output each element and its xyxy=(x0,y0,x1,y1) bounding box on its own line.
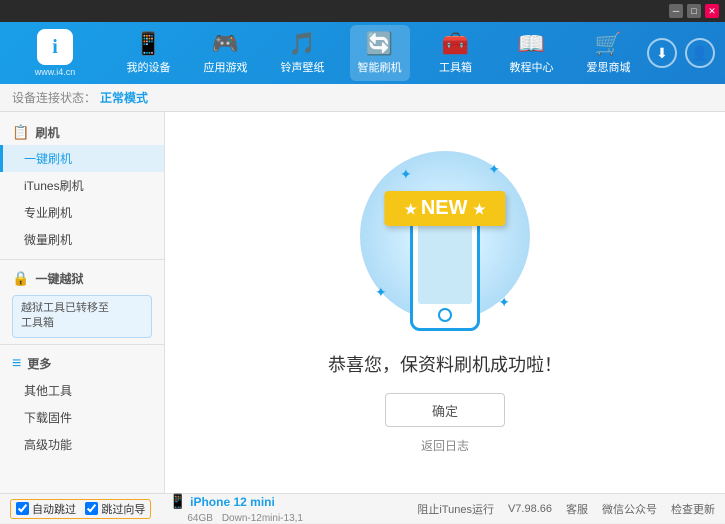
minimize-button[interactable]: ─ xyxy=(669,4,683,18)
title-bar: ─ □ ✕ xyxy=(0,0,725,22)
sidebar-item-wipe-flash[interactable]: 微量刷机 xyxy=(0,226,164,253)
bottom-bar: 自动跳过 跳过向导 📱 iPhone 12 mini 64GB Down-12m… xyxy=(0,493,725,523)
nav-item-mall[interactable]: 🛒 爱思商城 xyxy=(579,25,639,81)
mall-label: 爱思商城 xyxy=(587,59,631,75)
apps-games-icon: 🎮 xyxy=(212,31,239,57)
more-section-icon: ≡ xyxy=(12,355,21,373)
sidebar-item-other-tools[interactable]: 其他工具 xyxy=(0,377,164,404)
new-banner: NEW xyxy=(384,191,505,226)
divider-2 xyxy=(0,344,164,345)
ringtones-icon: 🎵 xyxy=(289,31,316,57)
smart-flash-label: 智能刷机 xyxy=(358,59,402,75)
status-value: 正常模式 xyxy=(100,89,148,106)
nav-logo: i www.i4.cn xyxy=(10,29,100,77)
nav-item-smart-flash[interactable]: 🔄 智能刷机 xyxy=(350,25,410,81)
logo-icon: i xyxy=(37,29,73,65)
apps-games-label: 应用游戏 xyxy=(204,59,248,75)
nav-bar: i www.i4.cn 📱 我的设备 🎮 应用游戏 🎵 铃声壁纸 🔄 智能刷机 … xyxy=(0,22,725,84)
device-name: iPhone 12 mini xyxy=(190,495,275,509)
main-content: 📋 刷机 一键刷机 iTunes刷机 专业刷机 微量刷机 🔒 一键越狱 越狱工具… xyxy=(0,112,725,493)
sparkle-2: ✦ xyxy=(488,161,500,178)
wechat-link[interactable]: 微信公众号 xyxy=(602,501,657,517)
itunes-status: 阻止iTunes运行 xyxy=(417,501,494,517)
close-button[interactable]: ✕ xyxy=(705,4,719,18)
customer-service-link[interactable]: 客服 xyxy=(566,501,588,517)
sidebar-section-jailbreak: 🔒 一键越狱 xyxy=(0,266,164,291)
skip-wizard-label[interactable]: 跳过向导 xyxy=(101,501,145,517)
nav-right-buttons: ⬇ 👤 xyxy=(647,38,715,68)
sidebar-section-more: ≡ 更多 xyxy=(0,351,164,377)
flash-section-icon: 📋 xyxy=(12,124,29,141)
nav-items: 📱 我的设备 🎮 应用游戏 🎵 铃声壁纸 🔄 智能刷机 🧰 工具箱 📖 教程中心… xyxy=(110,25,647,81)
confirm-button[interactable]: 确定 xyxy=(385,393,505,427)
tutorials-icon: 📖 xyxy=(518,31,545,57)
user-button[interactable]: 👤 xyxy=(685,38,715,68)
divider-1 xyxy=(0,259,164,260)
status-label: 设备连接状态： xyxy=(12,89,96,106)
phone-screen xyxy=(418,224,472,304)
nav-item-ringtones[interactable]: 🎵 铃声壁纸 xyxy=(273,25,333,81)
nav-item-apps-games[interactable]: 🎮 应用游戏 xyxy=(196,25,256,81)
bottom-right: 阻止iTunes运行 V7.98.66 客服 微信公众号 检查更新 xyxy=(417,501,715,517)
nav-item-tutorials[interactable]: 📖 教程中心 xyxy=(502,25,562,81)
more-section-title: 更多 xyxy=(27,355,51,372)
phone-body xyxy=(410,211,480,331)
device-firmware: Down-12mini-13,1 xyxy=(222,513,303,524)
device-info: 📱 iPhone 12 mini 64GB Down-12mini-13,1 xyxy=(169,493,303,524)
sidebar-section-flash: 📋 刷机 xyxy=(0,120,164,145)
toolbox-label: 工具箱 xyxy=(439,59,472,75)
mall-icon: 🛒 xyxy=(595,31,622,57)
device-storage: 64GB xyxy=(187,513,213,524)
version-info: V7.98.66 xyxy=(508,503,552,515)
lock-icon: 🔒 xyxy=(12,270,29,287)
sidebar-item-advanced[interactable]: 高级功能 xyxy=(0,431,164,458)
success-title: 恭喜您，保资料刷机成功啦！ xyxy=(328,351,562,377)
sidebar-item-one-click-flash[interactable]: 一键刷机 xyxy=(0,145,164,172)
sparkle-1: ✦ xyxy=(400,166,412,183)
sidebar: 📋 刷机 一键刷机 iTunes刷机 专业刷机 微量刷机 🔒 一键越狱 越狱工具… xyxy=(0,112,165,493)
my-device-icon: 📱 xyxy=(135,31,162,57)
bottom-left: 自动跳过 跳过向导 📱 iPhone 12 mini 64GB Down-12m… xyxy=(10,493,303,524)
sidebar-item-download-firmware[interactable]: 下载固件 xyxy=(0,404,164,431)
smart-flash-icon: 🔄 xyxy=(366,31,393,57)
phone-illustration: ✦ ✦ ✦ ✦ NEW xyxy=(345,151,545,331)
checkbox-group: 自动跳过 跳过向导 xyxy=(10,499,151,519)
jailbreak-section-title: 一键越狱 xyxy=(35,270,83,287)
back-link[interactable]: 返回日志 xyxy=(421,437,469,454)
auto-jump-label[interactable]: 自动跳过 xyxy=(32,501,76,517)
device-icon: 📱 xyxy=(169,493,186,509)
skip-wizard-checkbox[interactable] xyxy=(85,502,98,515)
ringtones-label: 铃声壁纸 xyxy=(281,59,325,75)
check-update-link[interactable]: 检查更新 xyxy=(671,501,715,517)
sidebar-item-pro-flash[interactable]: 专业刷机 xyxy=(0,199,164,226)
sidebar-jailbreak-note: 越狱工具已转移至工具箱 xyxy=(12,295,152,338)
toolbox-icon: 🧰 xyxy=(442,31,469,57)
auto-jump-checkbox[interactable] xyxy=(16,502,29,515)
sparkle-4: ✦ xyxy=(498,294,510,311)
central-content: ✦ ✦ ✦ ✦ NEW 恭喜您，保资料刷机成功啦！ 确定 返回日志 xyxy=(165,112,725,493)
logo-url: www.i4.cn xyxy=(35,67,76,77)
nav-item-toolbox[interactable]: 🧰 工具箱 xyxy=(427,25,485,81)
flash-section-title: 刷机 xyxy=(35,124,59,141)
sparkle-3: ✦ xyxy=(375,284,387,301)
status-bar: 设备连接状态： 正常模式 xyxy=(0,84,725,112)
sidebar-item-itunes-flash[interactable]: iTunes刷机 xyxy=(0,172,164,199)
my-device-label: 我的设备 xyxy=(127,59,171,75)
tutorials-label: 教程中心 xyxy=(510,59,554,75)
nav-item-my-device[interactable]: 📱 我的设备 xyxy=(119,25,179,81)
maximize-button[interactable]: □ xyxy=(687,4,701,18)
phone-home-button xyxy=(438,308,452,322)
download-button[interactable]: ⬇ xyxy=(647,38,677,68)
